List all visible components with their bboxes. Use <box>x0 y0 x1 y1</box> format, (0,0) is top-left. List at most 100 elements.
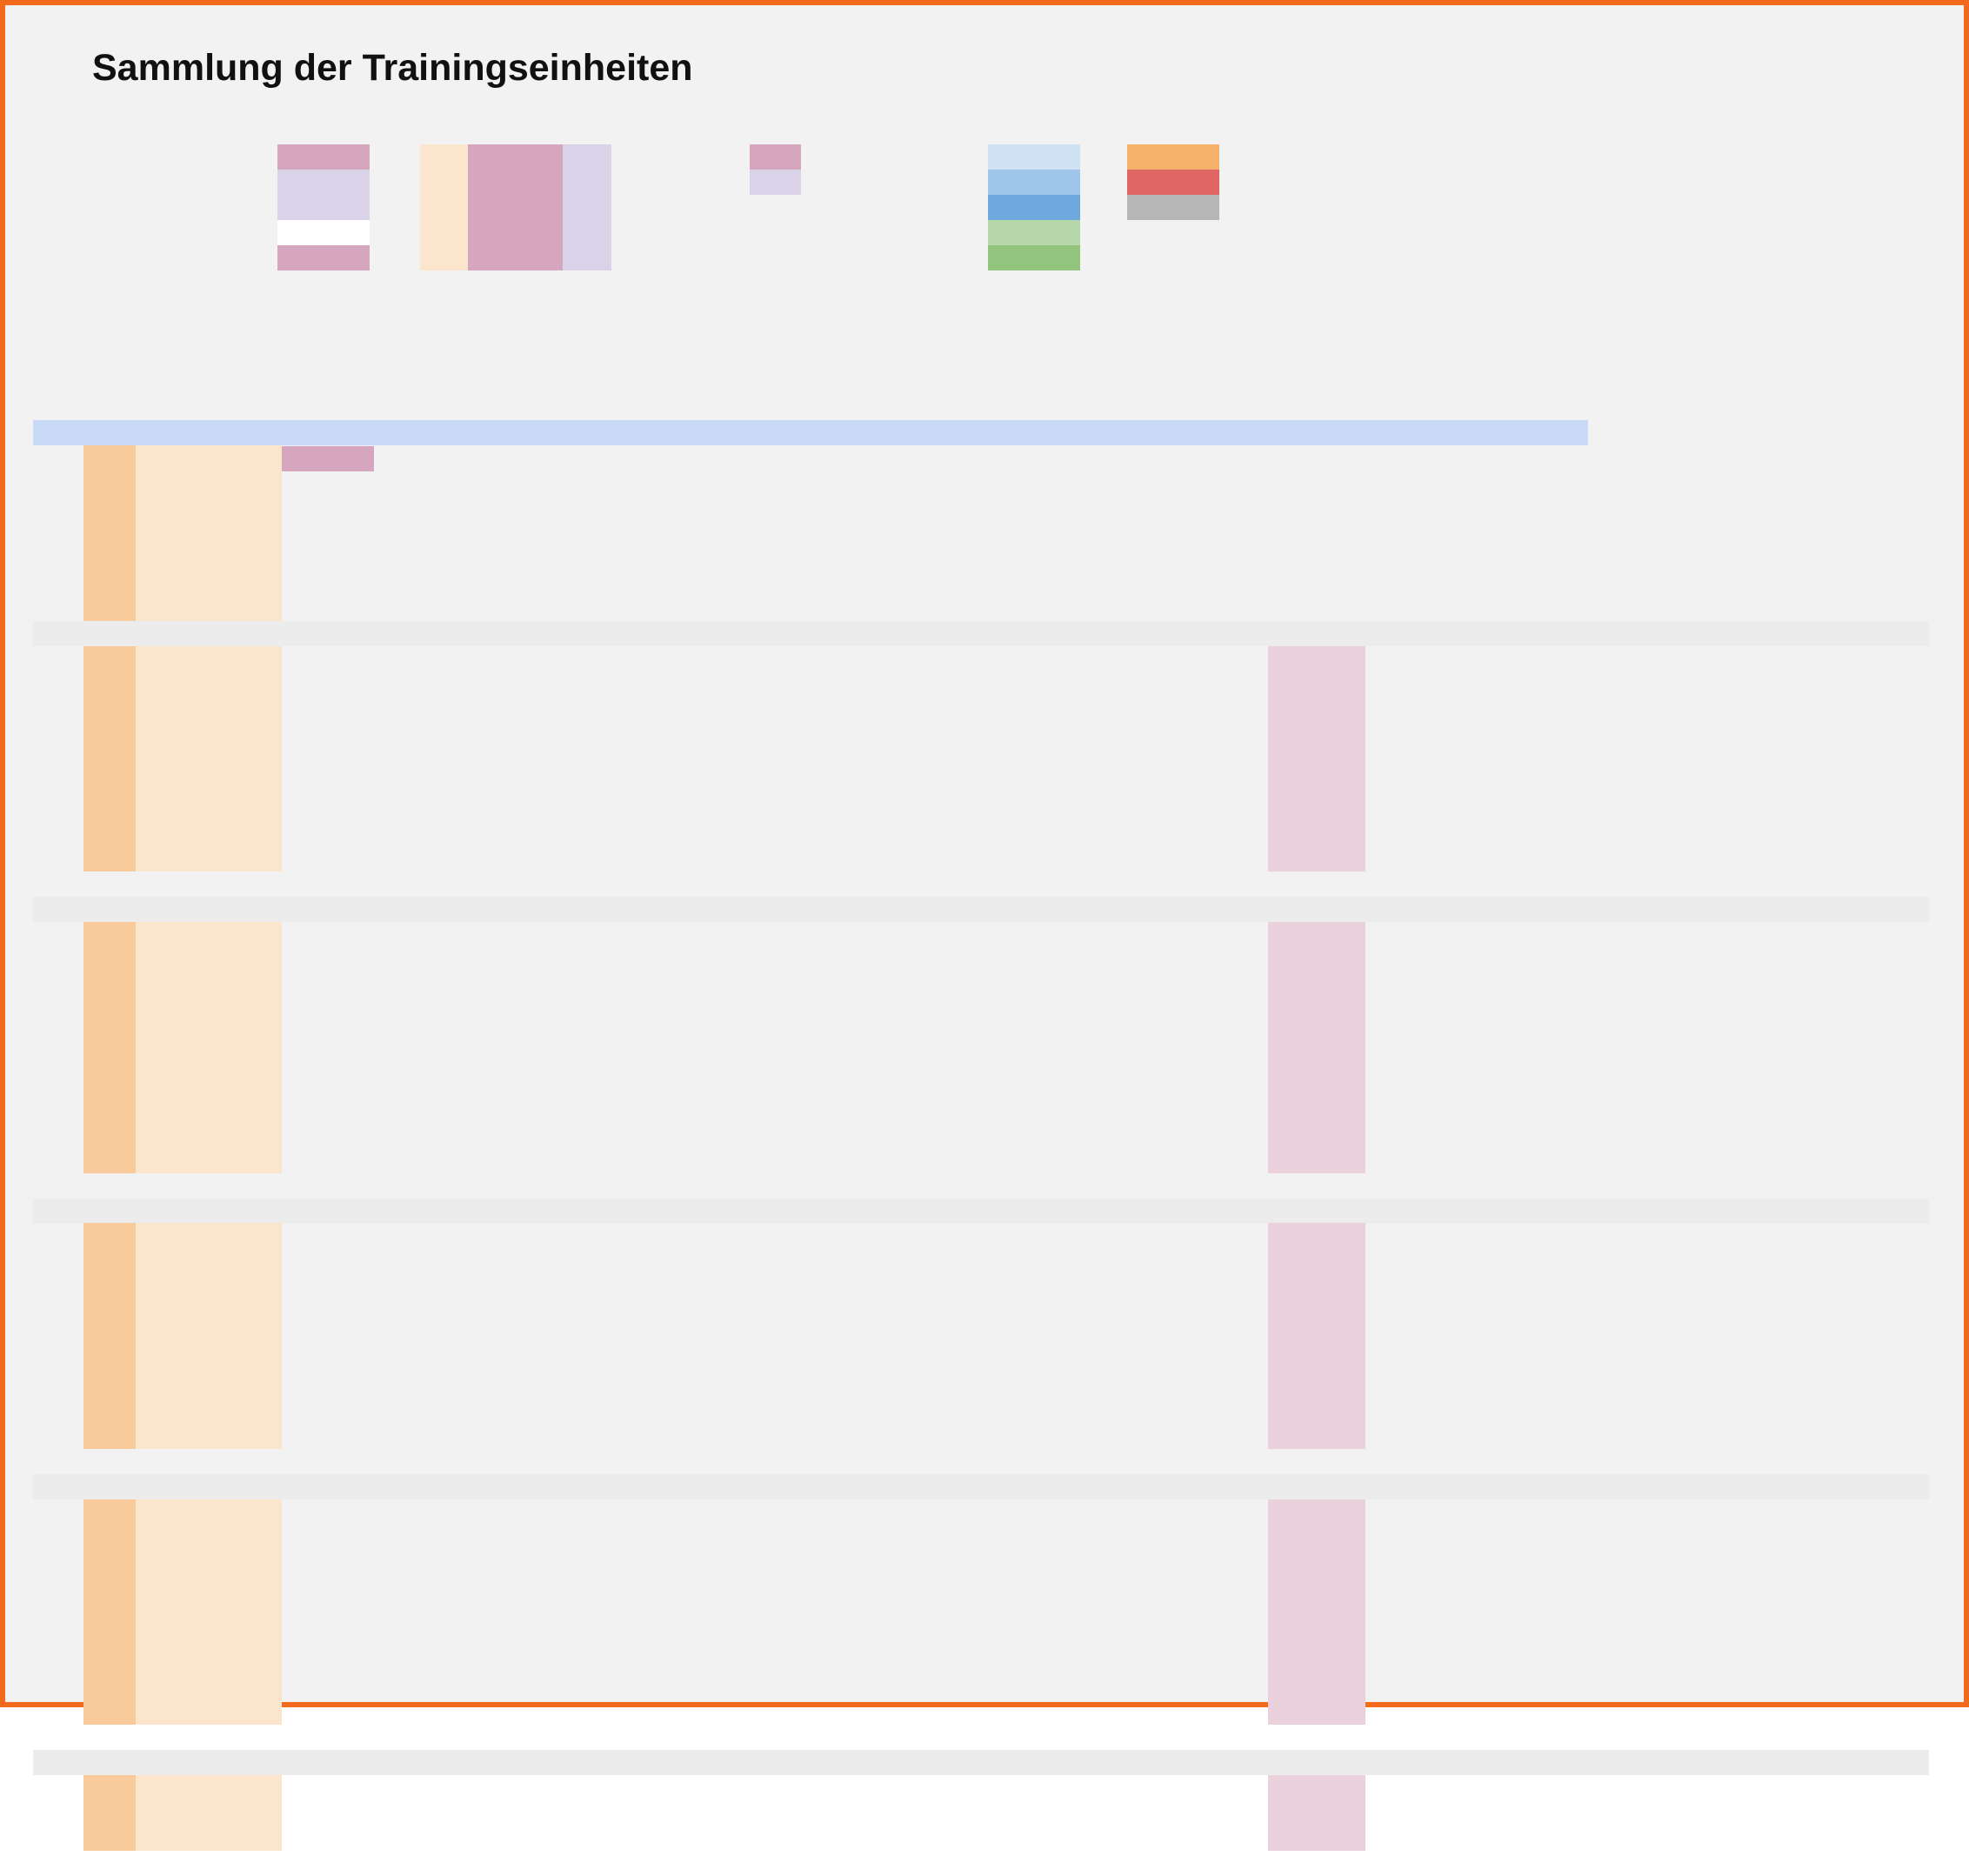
data-cell[interactable] <box>1212 1650 1265 1675</box>
data-cell[interactable] <box>1668 1499 1755 1525</box>
data-cell[interactable] <box>1668 697 1755 722</box>
data-cell[interactable] <box>1317 822 1365 847</box>
data-cell[interactable] <box>1268 1800 1317 1826</box>
data-cell[interactable] <box>1668 1776 1755 1801</box>
code-cell[interactable] <box>83 1525 136 1550</box>
category-cell[interactable] <box>33 1023 85 1048</box>
data-cell[interactable] <box>1134 1274 1212 1299</box>
code-cell[interactable] <box>83 772 136 798</box>
data-cell[interactable] <box>1212 1274 1265 1299</box>
data-cell[interactable] <box>567 923 605 948</box>
data-cell[interactable] <box>567 1374 605 1399</box>
category-cell[interactable] <box>33 1098 85 1124</box>
code-cell[interactable] <box>83 722 136 747</box>
data-cell[interactable] <box>1588 1274 1668 1299</box>
code-cell[interactable] <box>83 1374 136 1399</box>
code-cell[interactable] <box>83 1399 136 1425</box>
data-cell[interactable] <box>1755 671 1839 697</box>
name-cell[interactable] <box>136 747 282 772</box>
code-cell[interactable] <box>83 1425 136 1450</box>
data-cell[interactable] <box>426 747 467 772</box>
data-cell[interactable] <box>1512 1374 1588 1399</box>
data-cell[interactable] <box>1512 1073 1588 1098</box>
data-cell[interactable] <box>374 697 426 722</box>
data-cell[interactable] <box>1668 772 1755 798</box>
data-cell[interactable] <box>1212 847 1265 872</box>
data-cell[interactable] <box>1414 747 1463 772</box>
data-cell[interactable] <box>1212 1224 1265 1249</box>
data-cell[interactable] <box>1212 747 1265 772</box>
data-cell[interactable] <box>567 1023 605 1048</box>
subheader-label[interactable] <box>1588 898 1668 923</box>
data-cell[interactable] <box>942 1324 986 1349</box>
data-cell[interactable] <box>1588 1550 1668 1575</box>
subheader-label[interactable] <box>1414 1474 1463 1499</box>
data-cell[interactable] <box>1755 822 1839 847</box>
data-cell[interactable] <box>1365 1826 1414 1851</box>
data-cell[interactable] <box>664 1148 748 1173</box>
data-cell[interactable] <box>1668 1800 1755 1826</box>
data-cell[interactable] <box>1463 1399 1512 1425</box>
code-cell[interactable] <box>83 1274 136 1299</box>
data-cell[interactable] <box>1134 772 1212 798</box>
data-cell[interactable] <box>1588 797 1668 822</box>
data-cell[interactable] <box>282 1148 374 1173</box>
data-cell[interactable] <box>1839 1324 1929 1349</box>
data-cell[interactable] <box>282 671 374 697</box>
data-cell[interactable] <box>374 1650 426 1675</box>
data-cell[interactable] <box>1212 1600 1265 1626</box>
data-cell[interactable] <box>1414 1349 1463 1374</box>
data-cell[interactable] <box>1134 697 1212 722</box>
data-cell[interactable] <box>986 1324 1080 1349</box>
zone-pace[interactable] <box>468 244 563 270</box>
data-cell[interactable] <box>1512 1700 1588 1726</box>
data-cell[interactable] <box>1588 697 1668 722</box>
data-cell[interactable] <box>1268 923 1317 948</box>
data-cell[interactable] <box>1365 1124 1414 1149</box>
data-cell[interactable] <box>1212 1349 1265 1374</box>
data-cell[interactable] <box>1668 1073 1755 1098</box>
code-cell[interactable] <box>83 646 136 671</box>
data-cell[interactable] <box>1839 671 1929 697</box>
data-cell[interactable] <box>1588 1224 1668 1249</box>
data-cell[interactable] <box>1268 671 1317 697</box>
column-header[interactable] <box>1268 421 1317 446</box>
subheader-label[interactable] <box>1512 1474 1588 1499</box>
code-cell[interactable] <box>83 1499 136 1525</box>
data-cell[interactable] <box>567 1800 605 1826</box>
name-cell[interactable] <box>136 1349 282 1374</box>
data-cell[interactable] <box>1755 1148 1839 1173</box>
data-cell[interactable] <box>1268 1148 1317 1173</box>
column-header[interactable] <box>136 421 282 446</box>
name-cell[interactable] <box>136 772 282 798</box>
data-cell[interactable] <box>664 646 748 671</box>
type-code[interactable] <box>83 546 136 571</box>
data-cell[interactable] <box>1414 1399 1463 1425</box>
data-cell[interactable] <box>567 722 605 747</box>
category-cell[interactable] <box>33 923 85 948</box>
data-cell[interactable] <box>1317 1800 1365 1826</box>
data-cell[interactable] <box>282 1425 374 1450</box>
data-cell[interactable] <box>1512 1626 1588 1651</box>
data-cell[interactable] <box>282 923 374 948</box>
data-cell[interactable] <box>1668 822 1755 847</box>
name-cell[interactable] <box>136 923 282 948</box>
data-cell[interactable] <box>1755 646 1839 671</box>
category-cell[interactable] <box>33 1073 85 1098</box>
name-cell[interactable] <box>136 697 282 722</box>
data-cell[interactable] <box>426 1700 467 1726</box>
data-cell[interactable] <box>1588 1800 1668 1826</box>
data-cell[interactable] <box>1588 646 1668 671</box>
data-cell[interactable] <box>1134 1124 1212 1149</box>
name-cell[interactable] <box>136 1800 282 1826</box>
data-cell[interactable] <box>467 923 567 948</box>
name-cell[interactable] <box>136 1626 282 1651</box>
name-cell[interactable] <box>136 1148 282 1173</box>
data-cell[interactable] <box>1668 1148 1755 1173</box>
data-cell[interactable] <box>567 1274 605 1299</box>
code-cell[interactable] <box>83 972 136 998</box>
data-cell[interactable] <box>605 972 664 998</box>
subheader-label[interactable] <box>1414 1198 1463 1224</box>
data-cell[interactable] <box>605 1073 664 1098</box>
data-cell[interactable] <box>1365 1399 1414 1425</box>
